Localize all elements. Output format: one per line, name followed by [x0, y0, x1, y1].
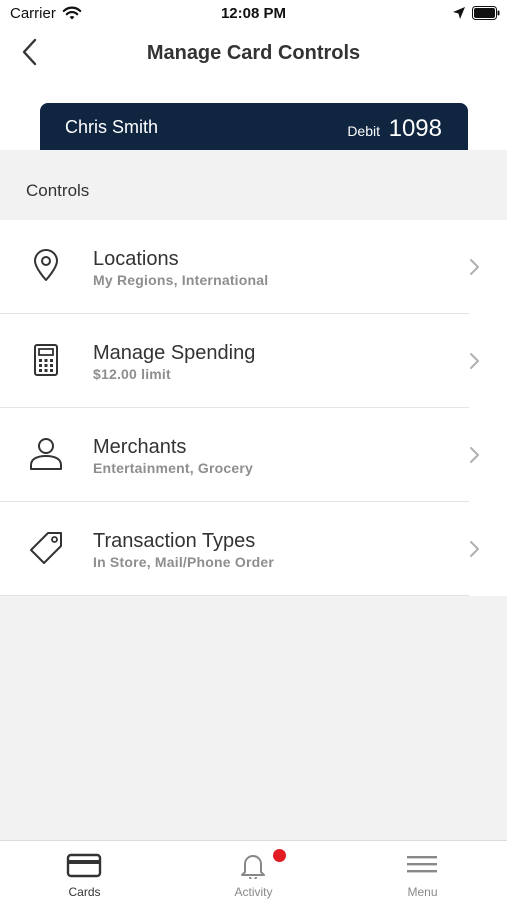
location-pin-icon — [34, 249, 58, 281]
card-icon — [66, 853, 102, 878]
person-icon — [30, 438, 62, 470]
card-strip: Chris Smith Debit 1098 — [0, 78, 507, 150]
chevron-right-icon — [470, 541, 479, 557]
clock: 12:08 PM — [220, 5, 287, 22]
notification-badge — [273, 849, 286, 862]
chevron-right-icon — [470, 259, 479, 275]
row-title: Locations — [93, 248, 179, 270]
row-title: Transaction Types — [93, 530, 256, 552]
navigation-bar: Manage Card Controls — [0, 28, 507, 78]
row-subtitle: My Regions, International — [93, 272, 269, 288]
card-last-four: 1098 — [388, 115, 442, 142]
control-row-transaction-types[interactable]: Transaction Types In Store, Mail/Phone O… — [0, 502, 507, 596]
control-row-manage-spending[interactable]: Manage Spending $12.00 limit — [0, 314, 507, 408]
chevron-right-icon — [470, 353, 479, 369]
tab-label: Activity — [234, 885, 273, 899]
page-title: Manage Card Controls — [146, 42, 361, 64]
location-arrow-icon — [453, 7, 465, 19]
debit-card[interactable]: Chris Smith Debit 1098 — [40, 103, 468, 150]
row-subtitle: In Store, Mail/Phone Order — [93, 554, 275, 570]
section-label: Controls — [26, 181, 90, 200]
tab-bar: Cards Activity Menu — [0, 840, 507, 900]
row-title: Manage Spending — [93, 342, 256, 364]
chevron-right-icon — [470, 447, 479, 463]
row-title: Merchants — [93, 436, 187, 458]
tag-icon — [30, 532, 62, 564]
divider — [0, 595, 469, 596]
hamburger-menu-icon — [407, 856, 437, 873]
control-row-locations[interactable]: Locations My Regions, International — [0, 220, 507, 314]
controls-list: Locations My Regions, International Mana… — [0, 220, 507, 596]
control-row-merchants[interactable]: Merchants Entertainment, Grocery — [0, 408, 507, 502]
section-header: Controls — [0, 150, 507, 220]
battery-icon — [472, 6, 500, 20]
calculator-icon — [34, 344, 58, 376]
status-bar: Carrier 12:08 PM — [0, 0, 507, 28]
row-subtitle: $12.00 limit — [93, 366, 171, 382]
bell-icon — [241, 855, 265, 879]
tab-cards[interactable]: Cards — [0, 841, 169, 900]
card-holder-name: Chris Smith — [65, 117, 159, 137]
tab-menu[interactable]: Menu — [338, 841, 507, 900]
tab-activity[interactable]: Activity — [169, 841, 338, 900]
tab-label: Menu — [407, 885, 438, 899]
card-type-label: Debit — [347, 123, 380, 139]
tab-label: Cards — [68, 885, 101, 899]
row-subtitle: Entertainment, Grocery — [93, 460, 253, 476]
